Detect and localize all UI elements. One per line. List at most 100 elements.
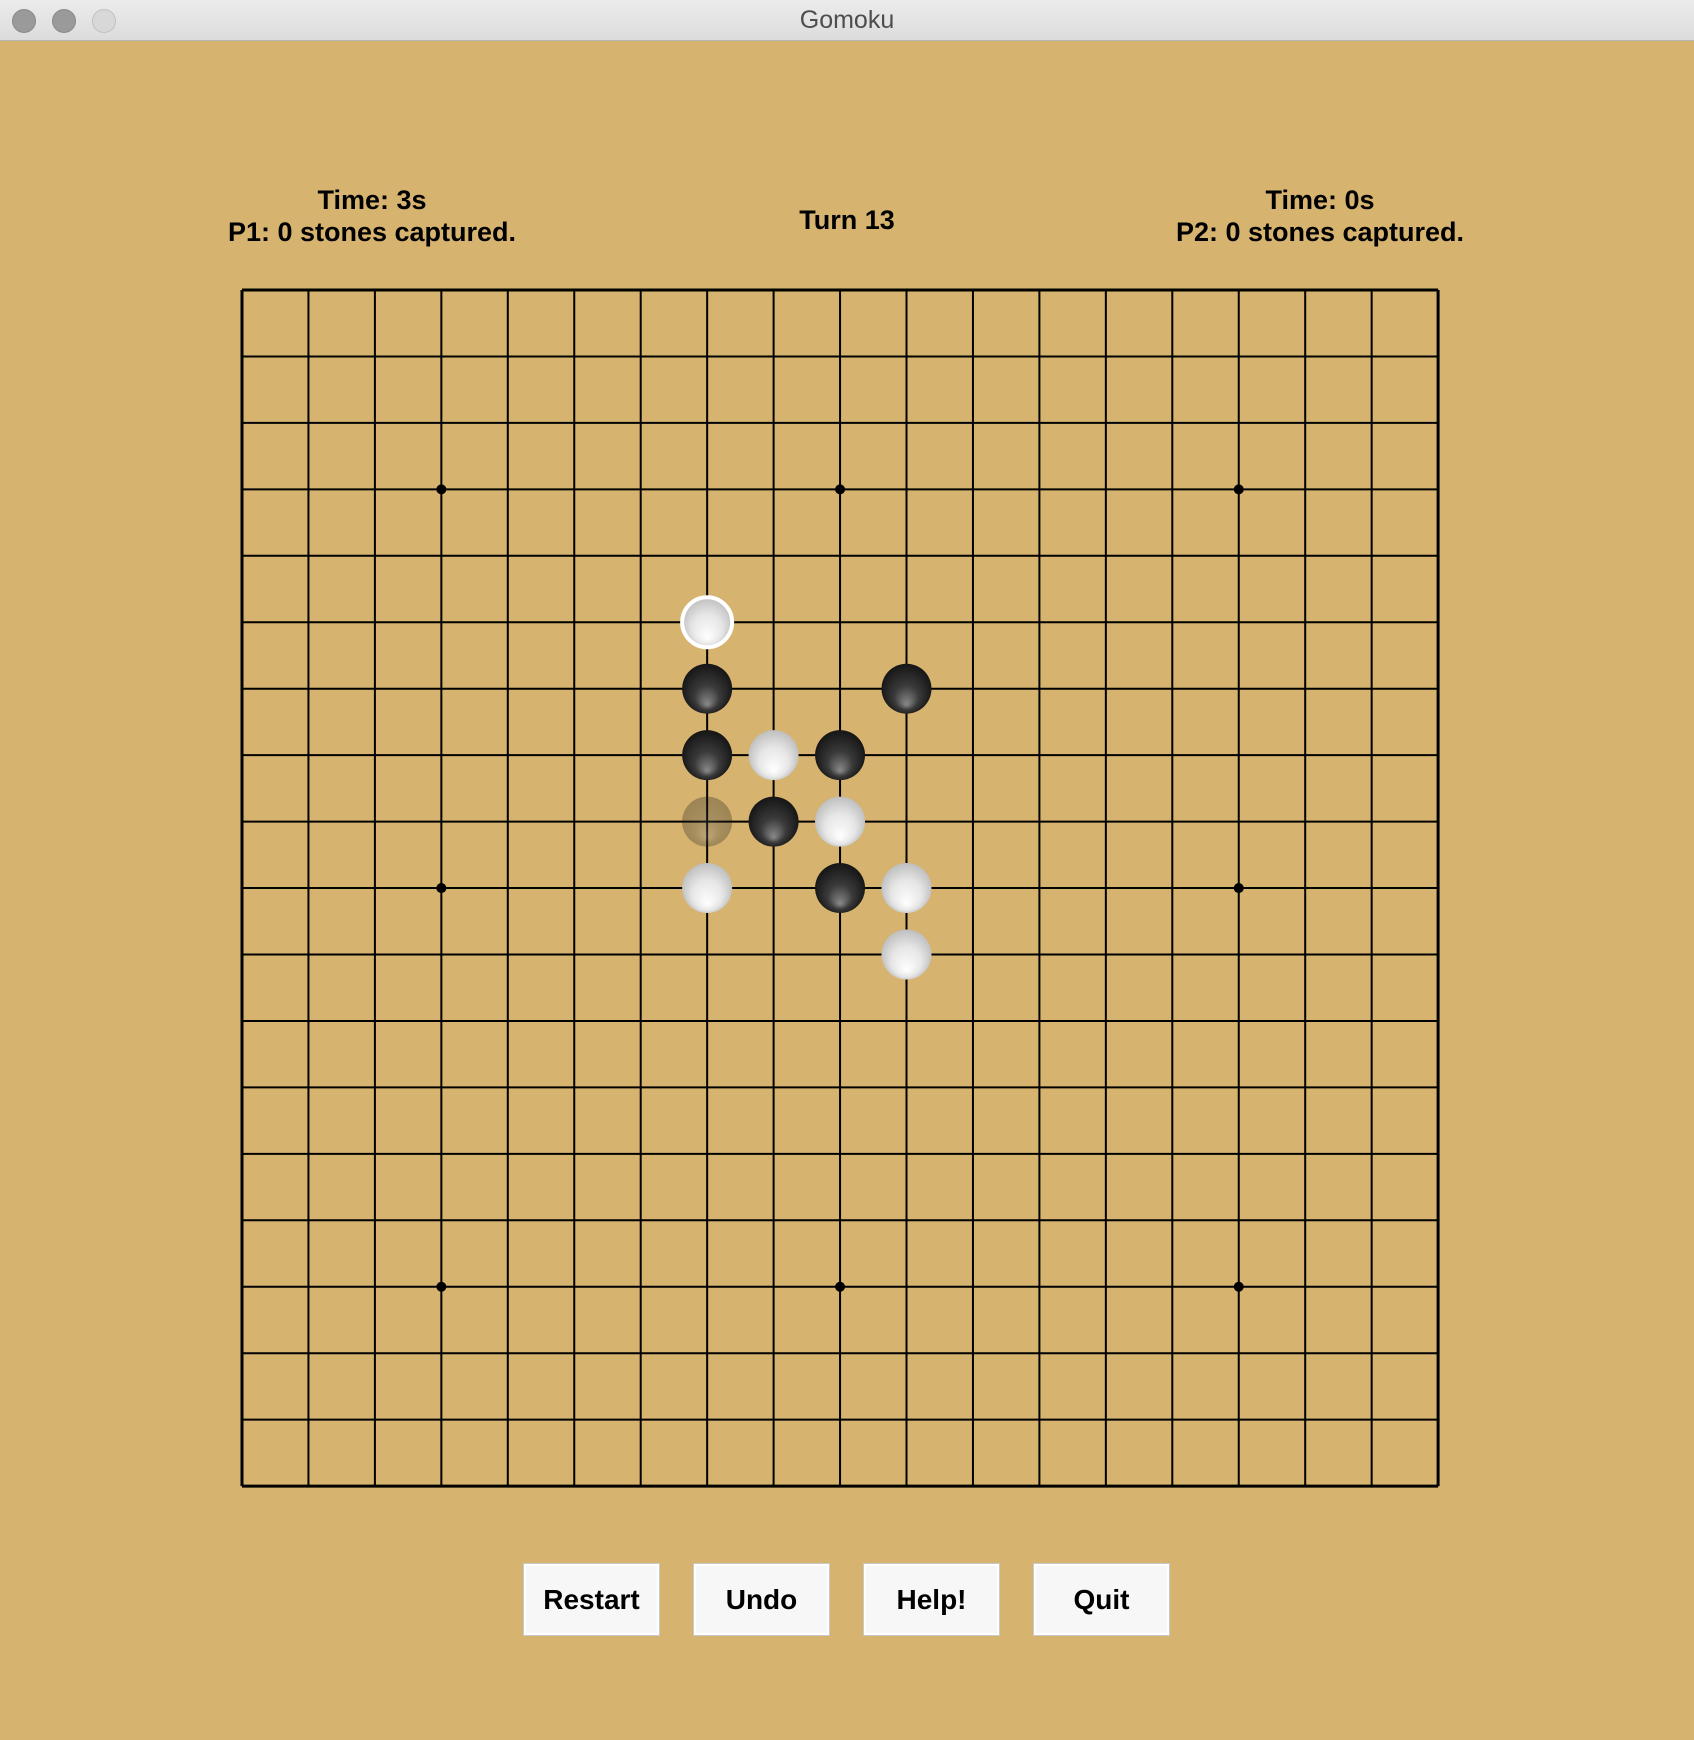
- board-intersection[interactable]: [809, 392, 871, 454]
- board-intersection[interactable]: [211, 923, 273, 985]
- board-intersection[interactable]: [1141, 1455, 1203, 1517]
- board-intersection[interactable]: [1274, 591, 1336, 653]
- board-intersection[interactable]: [277, 1322, 339, 1384]
- board-intersection[interactable]: [344, 325, 406, 387]
- board-intersection[interactable]: [942, 790, 1004, 852]
- board-intersection[interactable]: [676, 259, 738, 321]
- board-intersection[interactable]: [1274, 392, 1336, 454]
- board-intersection[interactable]: [1274, 1455, 1336, 1517]
- board-intersection[interactable]: [676, 1455, 738, 1517]
- board-intersection[interactable]: [410, 1388, 472, 1450]
- board-intersection[interactable]: [1407, 1322, 1469, 1384]
- board-intersection[interactable]: [277, 1256, 339, 1318]
- board-intersections[interactable]: [211, 259, 1470, 1518]
- board-intersection[interactable]: [1208, 1388, 1270, 1450]
- board-intersection[interactable]: [609, 591, 671, 653]
- board-intersection[interactable]: [1075, 1056, 1137, 1118]
- board-intersection[interactable]: [809, 525, 871, 587]
- board-intersection[interactable]: [410, 1123, 472, 1185]
- board-intersection[interactable]: [676, 1189, 738, 1251]
- board-intersection[interactable]: [1075, 1189, 1137, 1251]
- board-intersection[interactable]: [1075, 525, 1137, 587]
- board-intersection[interactable]: [211, 591, 273, 653]
- board-intersection[interactable]: [211, 1189, 273, 1251]
- board-intersection[interactable]: [1008, 458, 1070, 520]
- board-intersection[interactable]: [543, 790, 605, 852]
- board-intersection[interactable]: [344, 392, 406, 454]
- board-intersection[interactable]: [1340, 392, 1402, 454]
- board-intersection[interactable]: [410, 1056, 472, 1118]
- title-bar[interactable]: Gomoku: [0, 0, 1694, 41]
- board-intersection[interactable]: [477, 857, 539, 919]
- board-intersection[interactable]: [1008, 259, 1070, 321]
- board-intersection[interactable]: [477, 259, 539, 321]
- board-intersection[interactable]: [742, 1388, 804, 1450]
- board-intersection[interactable]: [277, 1056, 339, 1118]
- board-intersection[interactable]: [676, 591, 738, 653]
- board-intersection[interactable]: [1208, 724, 1270, 786]
- board-intersection[interactable]: [809, 990, 871, 1052]
- board-intersection[interactable]: [410, 923, 472, 985]
- board-intersection[interactable]: [1008, 325, 1070, 387]
- board-intersection[interactable]: [1008, 923, 1070, 985]
- board-intersection[interactable]: [1141, 325, 1203, 387]
- board-intersection[interactable]: [1340, 1455, 1402, 1517]
- board-intersection[interactable]: [942, 724, 1004, 786]
- board-intersection[interactable]: [1141, 259, 1203, 321]
- board-intersection[interactable]: [1407, 525, 1469, 587]
- board-intersection[interactable]: [277, 724, 339, 786]
- board-intersection[interactable]: [1340, 990, 1402, 1052]
- board-intersection[interactable]: [344, 458, 406, 520]
- board-intersection[interactable]: [609, 1455, 671, 1517]
- board-intersection[interactable]: [609, 923, 671, 985]
- help-button[interactable]: Help!: [863, 1563, 1000, 1636]
- board-intersection[interactable]: [410, 591, 472, 653]
- board-intersection[interactable]: [211, 1322, 273, 1384]
- board-intersection[interactable]: [543, 325, 605, 387]
- board-intersection[interactable]: [211, 857, 273, 919]
- board-intersection[interactable]: [410, 657, 472, 719]
- board-intersection[interactable]: [742, 990, 804, 1052]
- board-intersection[interactable]: [344, 1189, 406, 1251]
- board-intersection[interactable]: [477, 325, 539, 387]
- board-intersection[interactable]: [809, 1123, 871, 1185]
- board-intersection[interactable]: [1008, 1256, 1070, 1318]
- board-intersection[interactable]: [742, 1123, 804, 1185]
- board-intersection[interactable]: [609, 657, 671, 719]
- board-intersection[interactable]: [609, 790, 671, 852]
- board-intersection[interactable]: [742, 657, 804, 719]
- undo-button[interactable]: Undo: [693, 1563, 830, 1636]
- board-intersection[interactable]: [942, 923, 1004, 985]
- board-intersection[interactable]: [809, 259, 871, 321]
- board-intersection[interactable]: [277, 392, 339, 454]
- board-intersection[interactable]: [809, 923, 871, 985]
- board-intersection[interactable]: [477, 591, 539, 653]
- board-intersection[interactable]: [1141, 990, 1203, 1052]
- board-intersection[interactable]: [676, 458, 738, 520]
- board-intersection[interactable]: [942, 857, 1004, 919]
- board-intersection[interactable]: [676, 1256, 738, 1318]
- board-intersection[interactable]: [410, 259, 472, 321]
- board-intersection[interactable]: [875, 657, 937, 719]
- board-intersection[interactable]: [1274, 1123, 1336, 1185]
- board-intersection[interactable]: [1407, 1056, 1469, 1118]
- board-intersection[interactable]: [410, 1322, 472, 1384]
- board-intersection[interactable]: [1340, 923, 1402, 985]
- board-intersection[interactable]: [1274, 325, 1336, 387]
- board-intersection[interactable]: [1407, 790, 1469, 852]
- board-intersection[interactable]: [410, 325, 472, 387]
- board-intersection[interactable]: [543, 259, 605, 321]
- board-intersection[interactable]: [809, 657, 871, 719]
- board-intersection[interactable]: [277, 857, 339, 919]
- board-intersection[interactable]: [609, 392, 671, 454]
- board-intersection[interactable]: [742, 857, 804, 919]
- board-intersection[interactable]: [410, 392, 472, 454]
- board-intersection[interactable]: [1208, 525, 1270, 587]
- board-intersection[interactable]: [742, 458, 804, 520]
- board-intersection[interactable]: [1407, 1455, 1469, 1517]
- board-intersection[interactable]: [277, 1388, 339, 1450]
- board-intersection[interactable]: [1141, 525, 1203, 587]
- board-intersection[interactable]: [211, 525, 273, 587]
- board-intersection[interactable]: [410, 458, 472, 520]
- board-intersection[interactable]: [1208, 857, 1270, 919]
